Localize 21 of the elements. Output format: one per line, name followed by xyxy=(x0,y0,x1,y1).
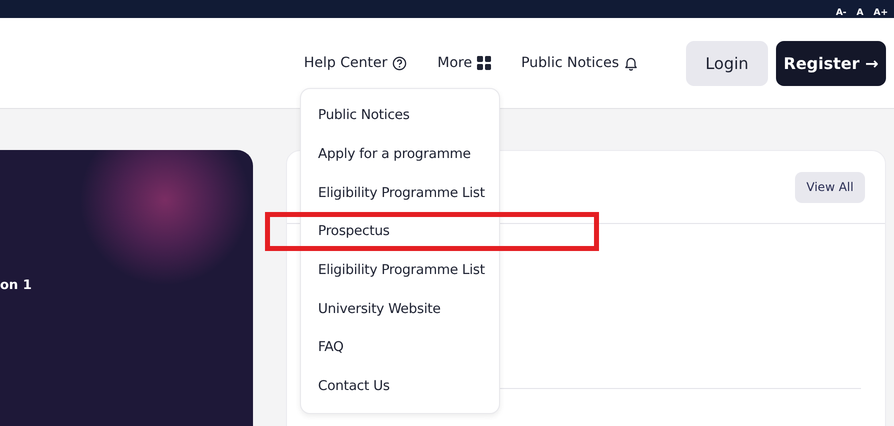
menu-item[interactable]: Public Notices xyxy=(301,96,499,135)
menu-item[interactable]: University Website xyxy=(301,289,499,328)
grid-icon xyxy=(477,56,492,70)
register-button[interactable]: Register → xyxy=(776,40,886,86)
login-button[interactable]: Login xyxy=(686,40,768,86)
menu-item[interactable]: FAQ xyxy=(301,328,499,367)
nav-link[interactable]: Help Center xyxy=(304,55,408,71)
font-size-control[interactable]: A- xyxy=(836,8,847,18)
menu-item[interactable]: Contact Us xyxy=(301,366,499,406)
bell-icon xyxy=(624,56,638,70)
font-size-control[interactable]: A+ xyxy=(873,8,888,18)
menu-item[interactable]: Prospectus xyxy=(265,212,599,251)
view-all-button[interactable]: View All xyxy=(795,172,865,202)
menu-item[interactable]: Eligibility Programme List xyxy=(301,173,499,212)
hero-text: on 1 xyxy=(0,278,32,293)
help-icon xyxy=(392,56,408,70)
nav-link[interactable]: Public Notices xyxy=(521,55,638,71)
menu-item[interactable]: Apply for a programme xyxy=(301,134,499,174)
nav-link[interactable]: More xyxy=(437,55,492,71)
font-size-control[interactable]: A xyxy=(856,8,864,18)
menu-item[interactable]: Eligibility Programme List xyxy=(301,250,499,290)
